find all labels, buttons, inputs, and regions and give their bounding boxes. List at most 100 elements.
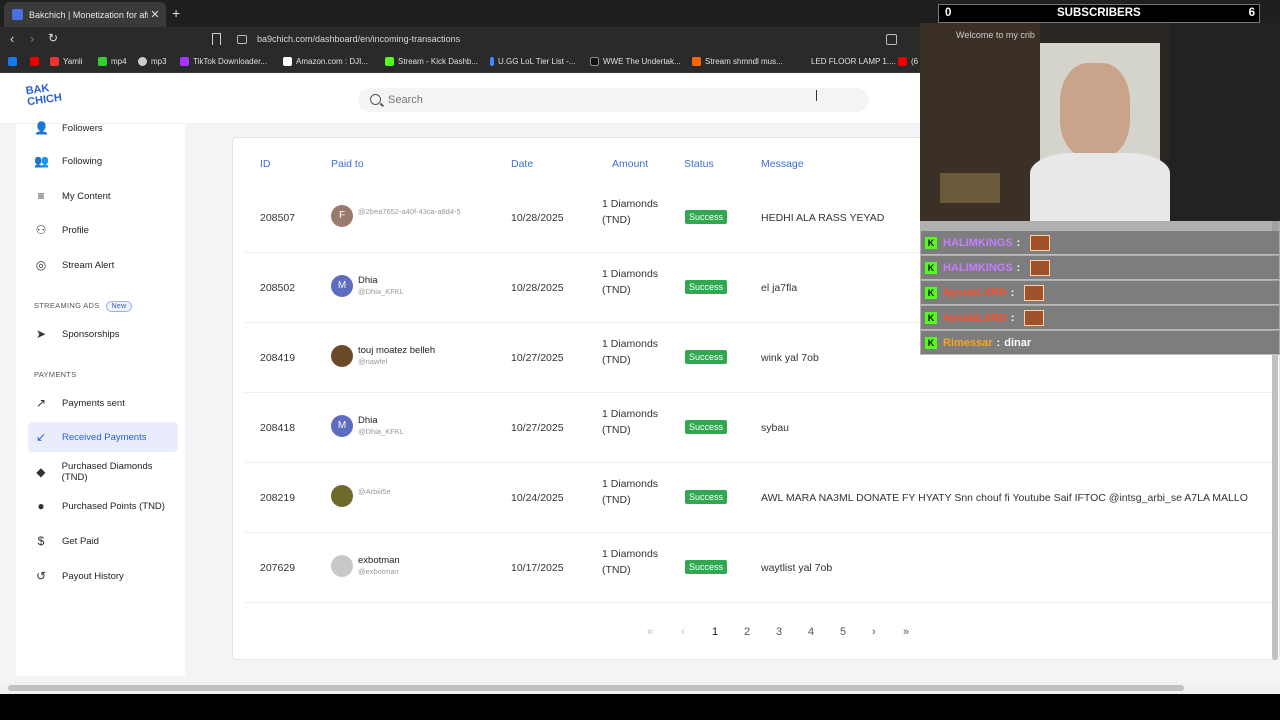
transaction-message: AWL MARA NA3ML DONATE FY HYATY Snn chouf… [761, 492, 1248, 504]
transaction-message: waytlist yal 7ob [761, 562, 833, 574]
cam-person-shirt [1030, 153, 1170, 221]
url-text[interactable]: ba9chich.com/dashboard/en/incoming-trans… [257, 34, 460, 44]
sidebar-item-followers[interactable]: 👤 Followers [28, 113, 178, 143]
sidebar-item-payments-sent[interactable]: ↗ Payments sent [28, 388, 178, 418]
status-badge: Success [685, 490, 728, 504]
new-tab-button[interactable]: + [172, 5, 180, 21]
new-badge: New [105, 301, 133, 312]
tab-close-icon[interactable]: ✕ [148, 8, 162, 21]
column-header-id[interactable]: ID [260, 158, 271, 170]
avatar[interactable]: M [331, 415, 353, 437]
page-3-button[interactable]: 3 [776, 626, 782, 638]
page-1-button[interactable]: 1 [712, 626, 718, 638]
bookmark-wwe[interactable]: WWE The Undertak... [590, 57, 681, 66]
sidebar-item-purchased-points[interactable]: ● Purchased Points (TND) [28, 491, 178, 521]
kick-badge-icon: K [925, 311, 937, 324]
transaction-id: 208418 [260, 422, 296, 434]
search-input[interactable] [388, 92, 788, 108]
site-settings-icon[interactable] [237, 35, 247, 44]
first-page-button[interactable]: « [647, 626, 653, 638]
back-icon[interactable]: ‹ [10, 31, 14, 46]
chat-message: K AyoubLXRD: [921, 281, 1279, 305]
bottom-bar [0, 694, 1280, 720]
sidebar-item-stream-alert[interactable]: ◎ Stream Alert [28, 250, 178, 280]
text-cursor [816, 90, 817, 101]
transaction-id: 208419 [260, 352, 296, 364]
bookmark-ugg[interactable]: U.GG LoL Tier List -... [490, 57, 576, 66]
next-page-button[interactable]: › [872, 626, 876, 638]
kick-badge-icon: K [925, 336, 937, 349]
avatar[interactable] [331, 345, 353, 367]
diamond-icon: ◆ [36, 465, 46, 479]
bookmark-mp3[interactable]: mp3 [138, 57, 167, 66]
page-5-button[interactable]: 5 [840, 626, 846, 638]
share-icon[interactable] [886, 34, 897, 45]
transaction-message: wink yal 7ob [761, 352, 819, 364]
sidebar-item-following[interactable]: 👥 Following [28, 146, 178, 176]
bakchich-logo[interactable]: BAK CHICH [25, 82, 63, 116]
cam-text: Welcome to my crib [956, 30, 1035, 40]
payer-name: Dhia [358, 415, 378, 426]
bookmark-led-lamp[interactable]: LED FLOOR LAMP 1.... [798, 57, 896, 66]
browser-tab[interactable]: Bakchich | Monetization for afric ✕ [4, 2, 166, 27]
transaction-id: 207629 [260, 562, 296, 574]
prev-page-button[interactable]: ‹ [681, 626, 685, 638]
page-4-button[interactable]: 4 [808, 626, 814, 638]
bookmark-icon[interactable] [212, 33, 221, 45]
transaction-id: 208507 [260, 212, 296, 224]
column-header-message[interactable]: Message [761, 158, 804, 170]
stream-alert-icon: ◎ [35, 258, 47, 272]
sidebar-item-get-paid[interactable]: $ Get Paid [28, 526, 178, 556]
reload-icon[interactable]: ↻ [48, 31, 58, 45]
bookmark-youtube-icon[interactable] [30, 57, 43, 66]
column-header-status[interactable]: Status [684, 158, 714, 170]
column-header-date[interactable]: Date [511, 158, 533, 170]
status-badge: Success [685, 210, 728, 224]
horizontal-scrollbar[interactable] [0, 682, 1280, 694]
sidebar-item-my-content[interactable]: ≡ My Content [28, 181, 178, 211]
column-header-paid-to[interactable]: Paid to [331, 158, 364, 170]
page-2-button[interactable]: 2 [744, 626, 750, 638]
sidebar-item-label: Payments sent [62, 397, 125, 409]
sidebar-item-profile[interactable]: ⚇ Profile [28, 215, 178, 245]
avatar[interactable]: F [331, 205, 353, 227]
avatar[interactable] [331, 555, 353, 577]
sidebar-item-purchased-diamonds[interactable]: ◆ Purchased Diamonds (TND) [28, 457, 178, 487]
last-page-button[interactable]: » [903, 626, 909, 638]
bookmark-tiktok[interactable]: TikTok Downloader... [180, 57, 267, 66]
chat-username: Rimessar [943, 336, 993, 349]
bookmark-mp4[interactable]: mp4 [98, 57, 127, 66]
subs-right-count: 6 [1248, 7, 1255, 19]
chat-message: K Rimessar: dinar [921, 331, 1279, 355]
transaction-amount: 1 Diamonds (TND) [602, 548, 659, 576]
sidebar: 👤 Followers 👥 Following ≡ My Content ⚇ P… [16, 121, 185, 676]
bookmark-yamli[interactable]: Yamli [50, 57, 82, 66]
table-row: 208418 M Dhia @Dhia_KFKL 10/27/2025 1 Diamond… [245, 393, 1280, 463]
bookmark-stream[interactable]: Stream shmndl mus... [692, 57, 783, 66]
scrollbar-thumb[interactable] [8, 685, 1184, 691]
payer-handle: @2bea7652-a40f-43ca-a8d4-5 [358, 207, 461, 216]
avatar[interactable]: M [331, 275, 353, 297]
webcam-overlay: Welcome to my crib [920, 23, 1280, 221]
chat-emote-icon [1030, 259, 1051, 276]
sidebar-item-received-payments[interactable]: ↙ Received Payments [28, 422, 178, 452]
status-badge: Success [685, 560, 728, 574]
sidebar-item-sponsorships[interactable]: ➤ Sponsorships [28, 319, 178, 349]
transaction-amount: 1 Diamonds (TND) [602, 478, 659, 506]
forward-icon[interactable]: › [30, 31, 34, 46]
sidebar-item-label: Payout History [62, 570, 124, 582]
bookmark-kick[interactable]: Stream - Kick Dashb... [385, 57, 478, 66]
chat-separator: : [1016, 236, 1021, 249]
bookmark-amazon[interactable]: Amazon.com : DJI... [283, 57, 368, 66]
bookmark-youtube-2[interactable]: (6 [898, 57, 918, 66]
sidebar-item-label: Purchased Points (TND) [62, 500, 165, 512]
transaction-date: 10/27/2025 [511, 352, 564, 364]
subs-title: SUBSCRIBERS [1057, 7, 1141, 19]
bookmark-facebook-icon[interactable] [8, 57, 21, 66]
avatar[interactable] [331, 485, 353, 507]
search-bar[interactable] [358, 88, 869, 112]
sidebar-item-payout-history[interactable]: ↺ Payout History [28, 561, 178, 591]
column-header-amount[interactable]: Amount [612, 158, 648, 170]
content-icon: ≡ [37, 189, 45, 203]
chat-message: K AyoubLXRD: [921, 306, 1279, 330]
